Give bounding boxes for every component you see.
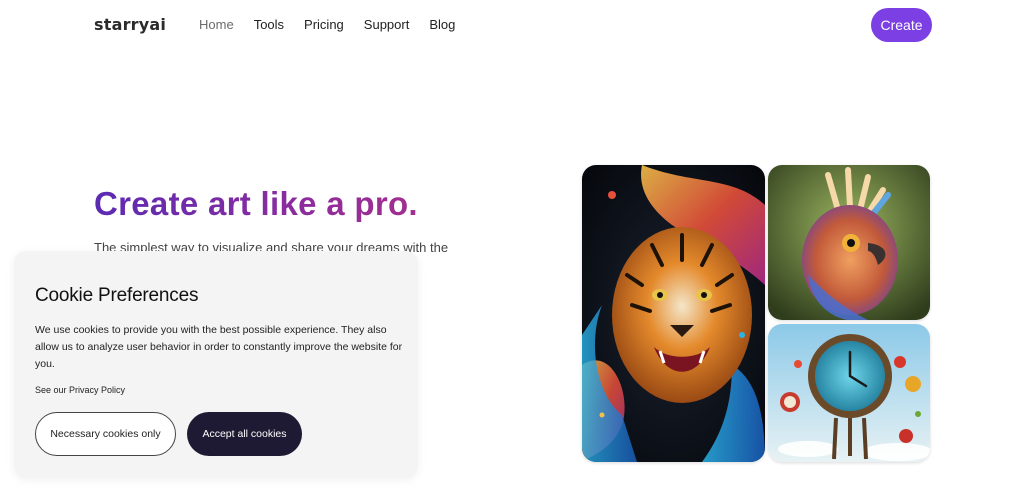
tiger-art-image <box>582 165 765 462</box>
bird-art-image <box>768 165 930 320</box>
nav-pricing[interactable]: Pricing <box>304 17 344 32</box>
nav-home[interactable]: Home <box>199 17 234 32</box>
cookie-description: We use cookies to provide you with the b… <box>35 324 403 370</box>
top-navigation: starryai Home Tools Pricing Support Blog… <box>0 0 1024 50</box>
hero-title: Create art like a pro. <box>94 185 418 222</box>
cookie-title: Cookie Preferences <box>35 285 199 306</box>
create-button[interactable]: Create <box>871 8 932 42</box>
accept-all-cookies-button[interactable]: Accept all cookies <box>187 412 302 456</box>
nav-links: Home Tools Pricing Support Blog <box>199 17 475 32</box>
clock-art-image <box>768 324 930 462</box>
necessary-cookies-button[interactable]: Necessary cookies only <box>35 412 176 456</box>
nav-blog[interactable]: Blog <box>429 17 455 32</box>
privacy-policy-link[interactable]: See our Privacy Policy <box>35 385 125 395</box>
nav-tools[interactable]: Tools <box>254 17 284 32</box>
cookie-preferences-dialog: Cookie Preferences We use cookies to pro… <box>14 251 418 478</box>
nav-support[interactable]: Support <box>364 17 410 32</box>
logo[interactable]: starryai <box>94 15 166 34</box>
